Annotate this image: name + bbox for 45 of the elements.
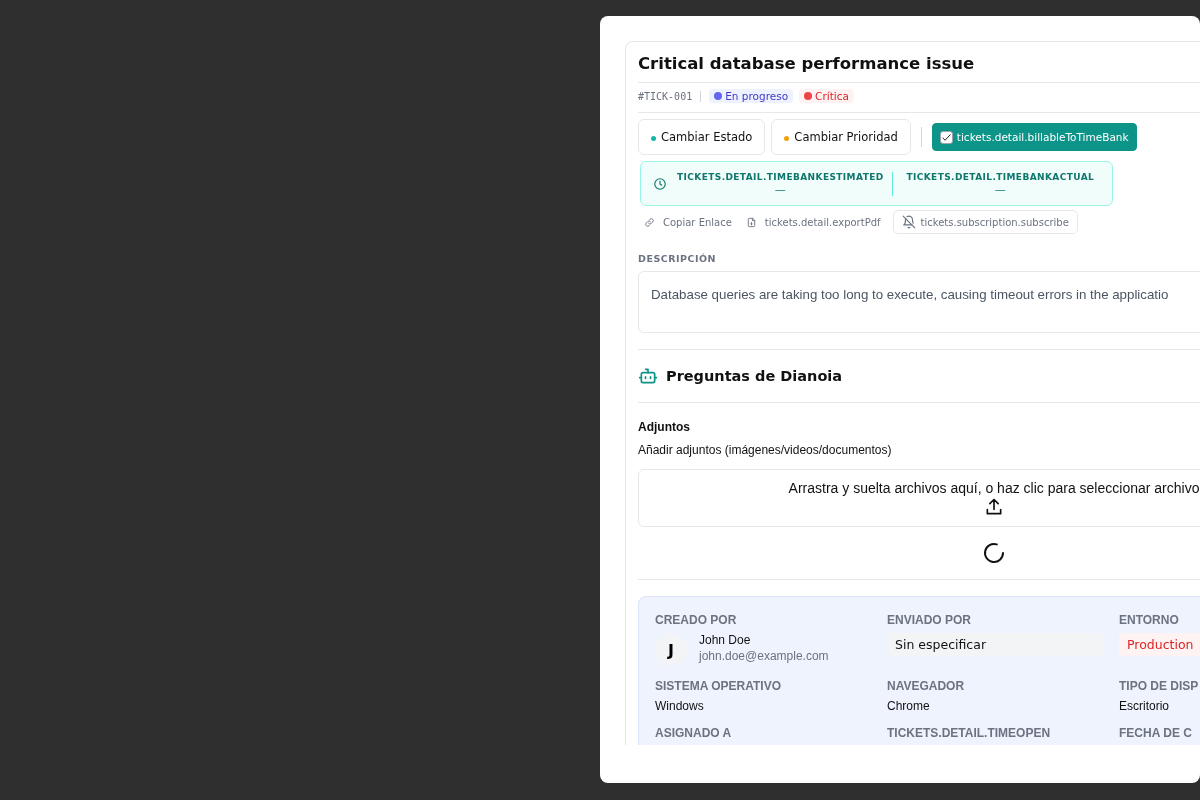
ticket-id: #TICK-001 [638,90,693,102]
field-label: TIPO DE DISP [1119,679,1199,693]
link-button[interactable]: tickets.subscription.subscribe [892,210,1078,234]
action-button[interactable]: Cambiar Prioridad [771,119,911,155]
link-icon [644,216,655,228]
badge-label: Crítica [815,90,849,102]
ticket-title: Critical database performance issue [638,53,975,75]
field-label: NAVEGADOR [887,679,965,693]
field-label: ASIGNADO A [655,726,732,740]
billable-toggle[interactable]: tickets.detail.billableToTimeBank [931,123,1137,151]
action-button[interactable]: Cambiar Estado [638,119,766,155]
field-value: Chrome [887,699,930,713]
dropzone-text: Arrastra y suelta archivos aquí, o haz clic para seleccionar archivo [788,479,1200,497]
attachments-hint: Añadir adjuntos (imágenes/videos/documentos) [638,443,892,457]
section-title: Preguntas de Dianoia [666,368,843,384]
attachments-heading: Adjuntos [638,420,690,434]
description-text: Database queries are taking too long to execute, causing timeout errors in the applicatio [651,286,1170,304]
user-email: john.doe@example.com [699,649,829,663]
robot-icon [638,366,658,386]
file-icon [745,216,757,228]
timebank-value: — [994,182,1006,196]
file-dropzone[interactable]: Arrastra y suelta archivos aquí, o haz clic para seleccionar archivo [638,469,1200,527]
field-label: CREADO POR [655,613,737,627]
field-value: Escritorio [1119,699,1169,713]
timebank-value: — [774,182,786,196]
field-value: Windows [655,699,704,713]
user-name: John Doe [699,633,752,647]
field-label: FECHA DE C [1119,726,1192,740]
field-label: ENVIADO POR [887,613,971,627]
section-heading: DESCRIPCIÓN [638,253,717,264]
timebank-label: TICKETS.DETAIL.TIMEBANKACTUAL [906,171,1095,182]
link-button[interactable]: Copiar Enlace [638,210,738,234]
timebank-label: TICKETS.DETAIL.TIMEBANKESTIMATED [677,171,884,182]
field-label: TICKETS.DETAIL.TIMEOPEN [887,726,1051,740]
clock-icon [653,176,667,191]
environment-tag: Production [1119,633,1200,656]
upload-icon [984,497,1004,517]
field-label: SISTEMA OPERATIVO [655,679,781,693]
field-label: ENTORNO [1119,613,1179,627]
link-button[interactable]: tickets.detail.exportPdf [739,210,887,234]
badge-label: En progreso [725,90,789,102]
field-value: Sin especificar [887,633,1103,656]
checkbox-icon [939,130,953,144]
bell-off-icon [901,215,916,229]
avatar: J [655,634,687,666]
